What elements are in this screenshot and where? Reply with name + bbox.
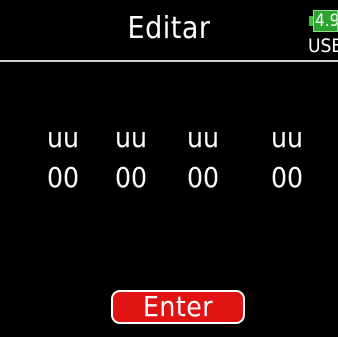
battery-level: 4.9 bbox=[313, 10, 338, 32]
field-4-bottom[interactable]: 00 bbox=[262, 163, 312, 193]
field-2-bottom[interactable]: 00 bbox=[106, 163, 156, 193]
field-2-top[interactable]: uu bbox=[106, 123, 156, 153]
field-1-top[interactable]: uu bbox=[38, 123, 88, 153]
field-4-top[interactable]: uu bbox=[262, 123, 312, 153]
battery-indicator: 4.9 bbox=[309, 10, 338, 32]
enter-button[interactable]: Enter bbox=[111, 290, 245, 324]
page-title: Editar bbox=[127, 11, 211, 46]
field-3-top[interactable]: uu bbox=[178, 123, 228, 153]
field-3-bottom[interactable]: 00 bbox=[178, 163, 228, 193]
header-divider bbox=[0, 60, 338, 62]
field-1-bottom[interactable]: 00 bbox=[38, 163, 88, 193]
device-screen: Editar 4.9 USB uu 00 uu 00 uu 00 uu 00 E… bbox=[0, 0, 338, 337]
power-source-label: USB bbox=[308, 35, 338, 57]
